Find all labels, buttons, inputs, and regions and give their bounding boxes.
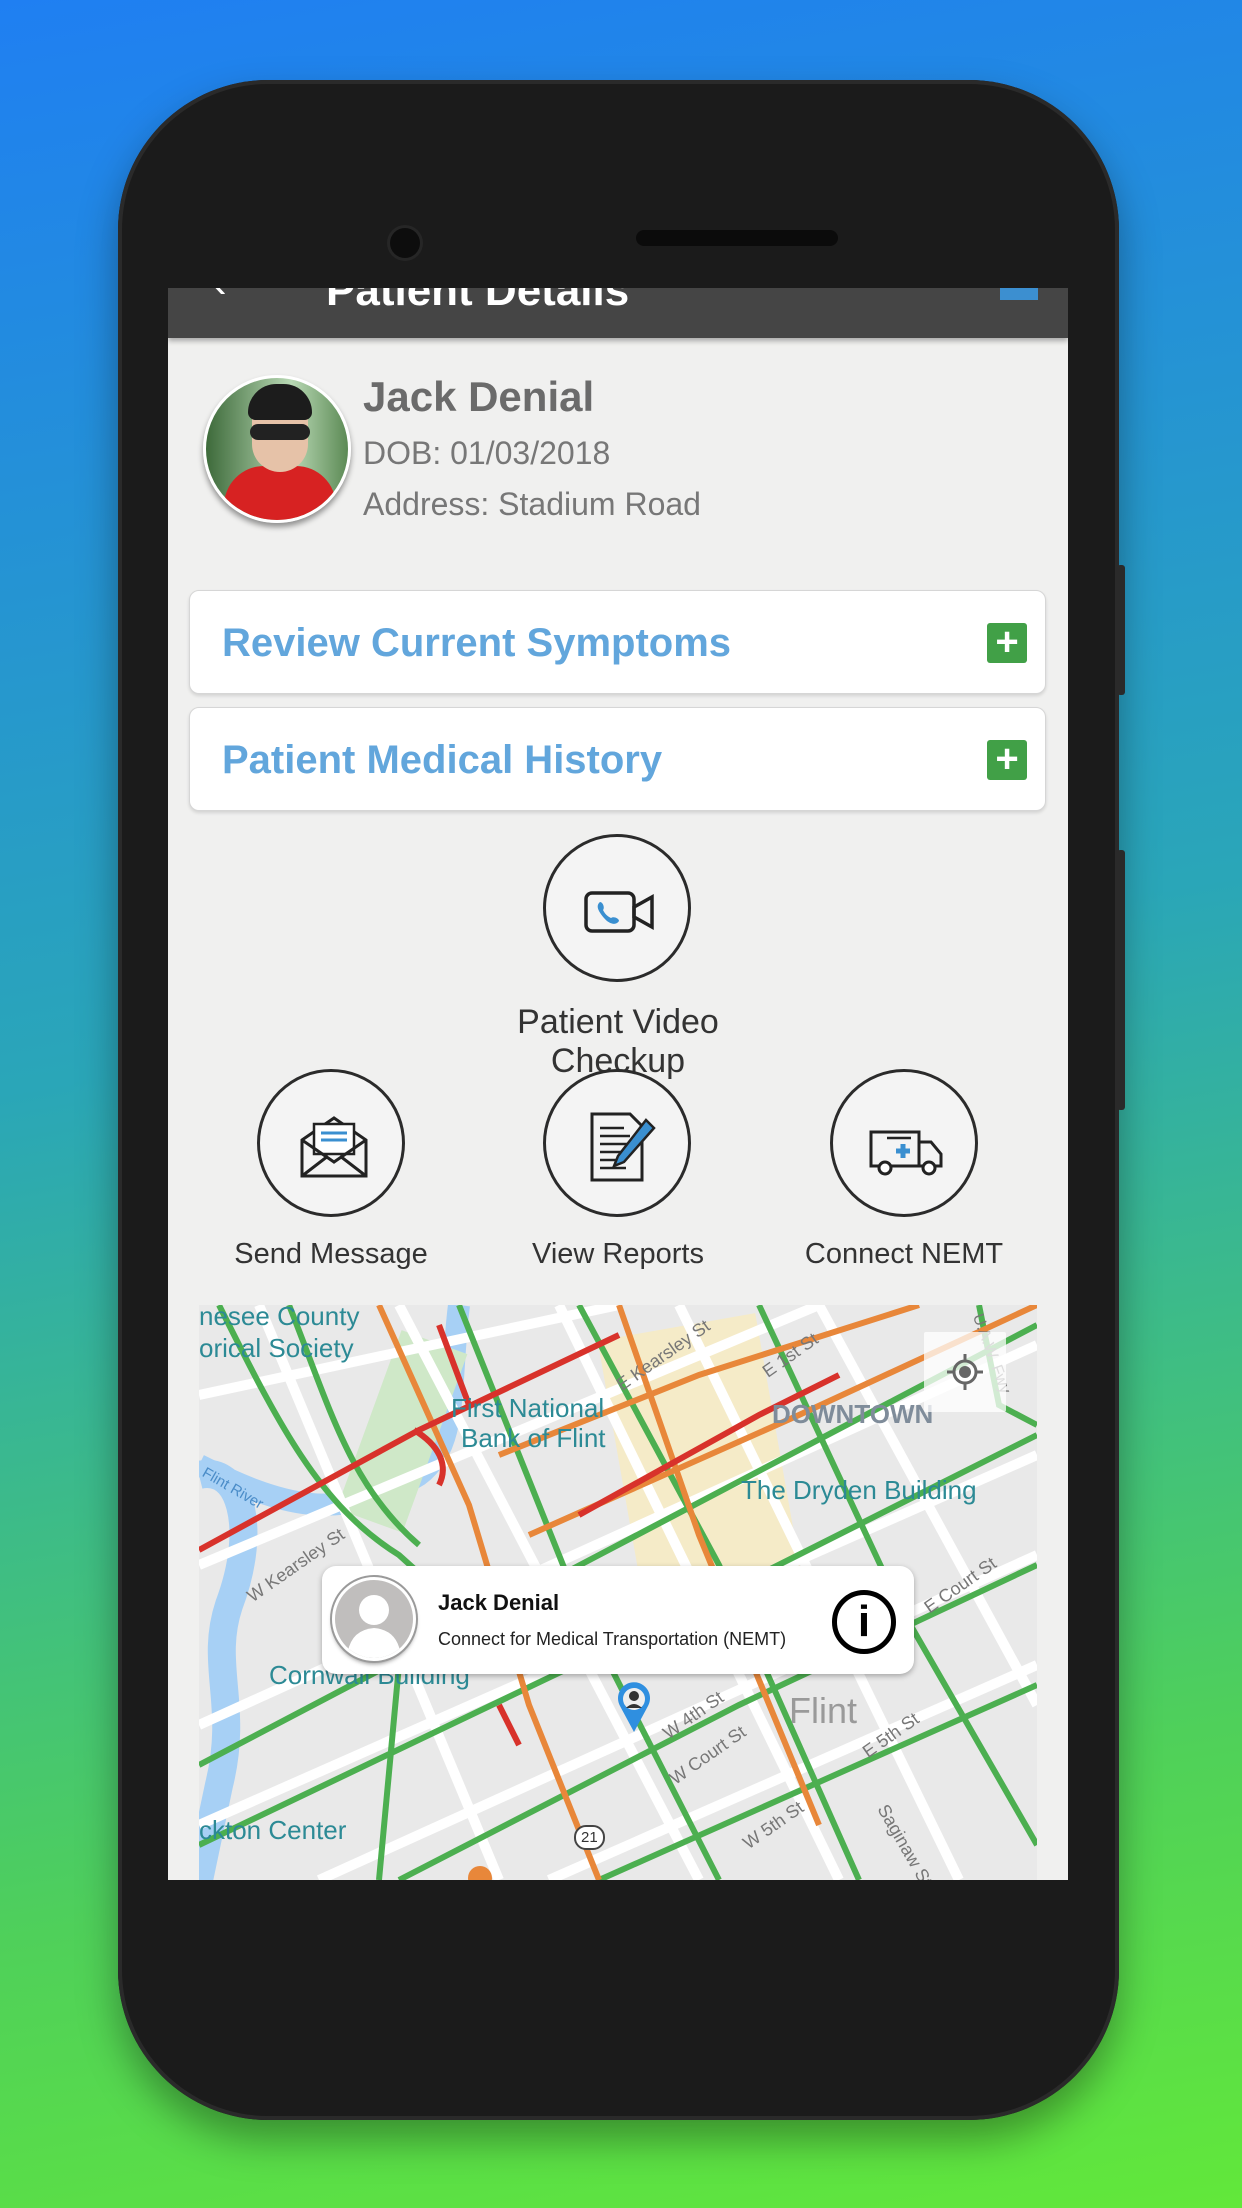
view-reports-button[interactable] xyxy=(543,1069,691,1217)
section-label: Review Current Symptoms xyxy=(222,621,732,665)
envelope-icon xyxy=(300,1116,368,1178)
connect-nemt-label: Connect NEMT xyxy=(804,1238,1004,1270)
map-label: First National xyxy=(451,1393,605,1423)
patient-dob: DOB: 01/03/2018 xyxy=(363,435,611,471)
video-call-icon xyxy=(584,891,654,933)
section-label: Patient Medical History xyxy=(222,738,663,782)
map-label: The Dryden Building xyxy=(741,1475,977,1505)
send-message-button[interactable] xyxy=(257,1069,405,1217)
crosshair-icon xyxy=(947,1354,983,1390)
patient-location-pin[interactable] xyxy=(617,1682,651,1732)
patient-address: Address: Stadium Road xyxy=(363,486,701,522)
page-title: Patient Details xyxy=(326,288,630,315)
route-shield: 21 xyxy=(574,1825,605,1850)
map-label: Flint xyxy=(789,1690,858,1731)
map-label: Bank of Flint xyxy=(461,1423,606,1453)
app-bar: ‹ Patient Details xyxy=(168,288,1068,338)
screen: ‹ Patient Details Jack Denial DOB: 01/03… xyxy=(168,288,1068,1880)
connect-nemt-button[interactable] xyxy=(830,1069,978,1217)
send-message-label: Send Message xyxy=(234,1238,428,1270)
popup-subtitle: Connect for Medical Transportation (NEMT… xyxy=(438,1629,787,1649)
document-pen-icon xyxy=(590,1112,656,1182)
popup-name: Jack Denial xyxy=(438,1590,560,1615)
placeholder-avatar xyxy=(332,1577,416,1661)
map-label: ckton Center xyxy=(199,1815,347,1845)
power-button xyxy=(1117,565,1125,695)
my-location-button[interactable] xyxy=(924,1332,1006,1412)
add-icon[interactable] xyxy=(1000,288,1038,300)
plus-icon[interactable]: + xyxy=(987,622,1027,663)
info-icon[interactable]: i xyxy=(832,1590,896,1654)
view-reports-label: View Reports xyxy=(532,1238,704,1270)
map-label: orical Society xyxy=(199,1333,354,1363)
map-label: nesee County xyxy=(199,1305,360,1331)
video-checkup-button[interactable] xyxy=(543,834,691,982)
map-label: DOWNTOWN xyxy=(772,1399,934,1429)
poi-marker xyxy=(468,1866,492,1880)
patient-avatar xyxy=(203,375,351,523)
plus-icon[interactable]: + xyxy=(987,739,1027,780)
medical-history-section[interactable]: Patient Medical History + xyxy=(189,707,1046,811)
patient-map-popup[interactable]: Jack Denial Connect for Medical Transpor… xyxy=(322,1566,914,1674)
volume-button xyxy=(1117,850,1125,1110)
back-arrow-icon[interactable]: ‹ xyxy=(212,288,227,308)
front-camera xyxy=(390,228,420,258)
review-symptoms-section[interactable]: Review Current Symptoms + xyxy=(189,590,1046,694)
map-view[interactable]: nesee County orical Society First Nation… xyxy=(199,1305,1037,1880)
ambulance-icon xyxy=(869,1130,943,1176)
patient-name: Jack Denial xyxy=(363,373,595,420)
earpiece-speaker xyxy=(636,230,838,246)
